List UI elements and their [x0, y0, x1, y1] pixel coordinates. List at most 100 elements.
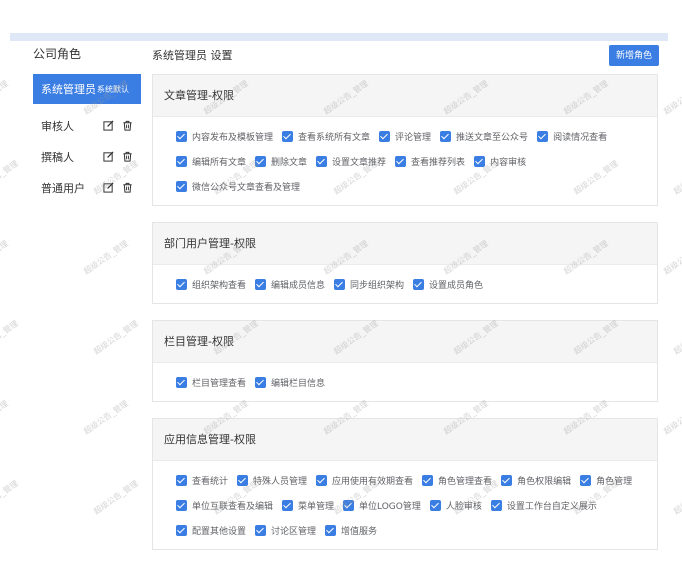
permission-checkbox[interactable]: 编辑所有文章 [176, 149, 246, 174]
permission-checkbox[interactable]: 角色管理查看 [422, 468, 492, 493]
checkbox-checked-icon[interactable] [176, 500, 187, 511]
checkbox-checked-icon[interactable] [474, 156, 486, 167]
permission-list: 内容发布及模板管理 查看系统所有文章 评论管理 推送文章至公众号 阅读情况查看编辑所有文… [153, 117, 657, 205]
watermark-text: 超级公告_管理 [0, 478, 20, 517]
checkbox-checked-icon[interactable] [176, 377, 187, 388]
checkbox-checked-icon[interactable] [255, 525, 267, 536]
permission-checkbox[interactable]: 查看系统所有文章 [282, 124, 370, 149]
permission-checkbox[interactable]: 内容发布及模板管理 [176, 124, 273, 149]
checkbox-checked-icon[interactable] [316, 156, 328, 167]
permission-checkbox[interactable]: 栏目管理查看 [176, 370, 246, 395]
checkbox-checked-icon[interactable] [316, 475, 328, 486]
checkbox-checked-icon[interactable] [176, 156, 187, 167]
edit-icon[interactable] [103, 120, 114, 131]
permission-checkbox[interactable]: 推送文章至公众号 [440, 124, 528, 149]
permission-checkbox[interactable]: 微信公众号文章查看及管理 [176, 174, 300, 199]
checkbox-checked-icon[interactable] [422, 475, 434, 486]
permission-checkbox[interactable]: 设置工作台自定义展示 [490, 493, 597, 518]
checkbox-checked-icon[interactable] [379, 131, 391, 142]
permission-checkbox[interactable]: 角色管理 [580, 468, 632, 493]
checkbox-checked-icon[interactable] [440, 131, 452, 142]
permission-checkbox[interactable]: 查看推荐列表 [395, 149, 465, 174]
checkbox-checked-icon[interactable] [334, 279, 346, 290]
main-header: 系统管理员 设置 新增角色 [152, 44, 659, 66]
edit-icon[interactable] [103, 151, 114, 162]
checkbox-checked-icon[interactable] [343, 500, 355, 511]
permission-checkbox[interactable]: 应用使用有效期查看 [316, 468, 413, 493]
permission-panel: 栏目管理-权限 栏目管理查看 编辑栏目信息 [152, 320, 658, 402]
delete-icon[interactable] [122, 120, 133, 131]
permission-checkbox[interactable]: 特殊人员管理 [237, 468, 307, 493]
permission-checkbox[interactable]: 单位LOGO管理 [343, 493, 421, 518]
permission-checkbox[interactable]: 同步组织架构 [334, 272, 404, 297]
checkbox-checked-icon[interactable] [282, 500, 294, 511]
checkbox-checked-icon[interactable] [255, 377, 267, 388]
watermark-text: 超级公告_管理 [662, 78, 682, 117]
checkbox-checked-icon[interactable] [413, 279, 425, 290]
role-name: 审核人 [41, 119, 74, 133]
checkbox-checked-icon[interactable] [537, 131, 549, 142]
role-settings-main: 系统管理员 设置 新增角色 文章管理-权限 内容发布及模板管理 查看系统所有文章 评论… [152, 44, 659, 566]
permission-panel: 部门用户管理-权限 组织架构查看 编辑成员信息 同步组织架构 设置成员角色 [152, 222, 658, 304]
top-accent-bar [10, 33, 668, 41]
permission-list: 查看统计 特殊人员管理 应用使用有效期查看 角色管理查看 角色权限编辑 角色管理单位互联查… [153, 461, 657, 549]
permission-label: 编辑成员信息 [271, 281, 326, 291]
permission-label: 查看系统所有文章 [298, 133, 371, 143]
checkbox-checked-icon[interactable] [255, 279, 267, 290]
checkbox-checked-icon[interactable] [282, 131, 294, 142]
permission-checkbox[interactable]: 增值服务 [325, 518, 377, 543]
permission-label: 配置其他设置 [192, 527, 247, 537]
role-item-user[interactable]: 普通用户 [33, 172, 141, 203]
permission-checkbox[interactable]: 内容审核 [474, 149, 526, 174]
role-item-writer[interactable]: 撰稿人 [33, 141, 141, 172]
permission-checkbox[interactable]: 编辑成员信息 [255, 272, 325, 297]
role-name: 系统管理员 [41, 83, 96, 96]
permission-label: 推送文章至公众号 [456, 133, 529, 143]
permission-checkbox[interactable]: 单位互联查看及编辑 [176, 493, 273, 518]
checkbox-checked-icon[interactable] [176, 131, 187, 142]
delete-icon[interactable] [122, 182, 133, 193]
permission-panel: 文章管理-权限 内容发布及模板管理 查看系统所有文章 评论管理 推送文章至公众号 阅读情况… [152, 74, 658, 206]
watermark-text: 超级公告_管理 [92, 318, 140, 357]
checkbox-checked-icon[interactable] [255, 156, 267, 167]
permission-checkbox[interactable]: 删除文章 [255, 149, 307, 174]
permission-checkbox[interactable]: 组织架构查看 [176, 272, 246, 297]
permission-checkbox[interactable]: 菜单管理 [282, 493, 334, 518]
permission-checkbox[interactable]: 人脸审核 [429, 493, 482, 518]
permission-checkbox[interactable]: 设置文章推荐 [316, 149, 386, 174]
checkbox-checked-icon[interactable] [429, 500, 441, 511]
permission-checkbox[interactable]: 设置成员角色 [413, 272, 483, 297]
watermark-text: 超级公告_管理 [0, 158, 20, 197]
permission-checkbox[interactable]: 查看统计 [176, 468, 228, 493]
permission-label: 增值服务 [341, 527, 378, 537]
sidebar-title: 公司角色 [33, 47, 82, 61]
edit-icon[interactable] [103, 182, 114, 193]
permission-checkbox[interactable]: 阅读情况查看 [537, 124, 607, 149]
permission-label: 微信公众号文章查看及管理 [192, 183, 301, 193]
role-item-reviewer[interactable]: 审核人 [33, 110, 141, 141]
permission-checkbox[interactable]: 编辑栏目信息 [255, 370, 325, 395]
checkbox-checked-icon[interactable] [176, 181, 187, 192]
checkbox-checked-icon[interactable] [490, 500, 502, 511]
permission-list: 栏目管理查看 编辑栏目信息 [153, 363, 657, 401]
checkbox-checked-icon[interactable] [176, 279, 187, 290]
permission-checkbox[interactable]: 角色权限编辑 [501, 468, 571, 493]
checkbox-checked-icon[interactable] [176, 525, 187, 536]
permission-label: 查看统计 [192, 477, 229, 487]
permission-checkbox[interactable]: 评论管理 [379, 124, 431, 149]
checkbox-checked-icon[interactable] [325, 525, 337, 536]
watermark-text: 超级公告_管理 [662, 398, 682, 437]
checkbox-checked-icon[interactable] [501, 475, 513, 486]
watermark-text: 超级公告_管理 [82, 238, 130, 277]
checkbox-checked-icon[interactable] [395, 156, 407, 167]
add-role-button[interactable]: 新增角色 [608, 44, 659, 66]
permission-checkbox[interactable]: 配置其他设置 [176, 518, 246, 543]
permission-checkbox[interactable]: 讨论区管理 [255, 518, 316, 543]
delete-icon[interactable] [122, 151, 133, 162]
checkbox-checked-icon[interactable] [580, 475, 592, 486]
permission-label: 查看推荐列表 [411, 158, 466, 168]
checkbox-checked-icon[interactable] [237, 475, 249, 486]
watermark-text: 超级公告_管理 [0, 238, 10, 277]
role-item-admin[interactable]: 系统管理员 系统默认 [33, 74, 141, 104]
checkbox-checked-icon[interactable] [176, 475, 187, 486]
